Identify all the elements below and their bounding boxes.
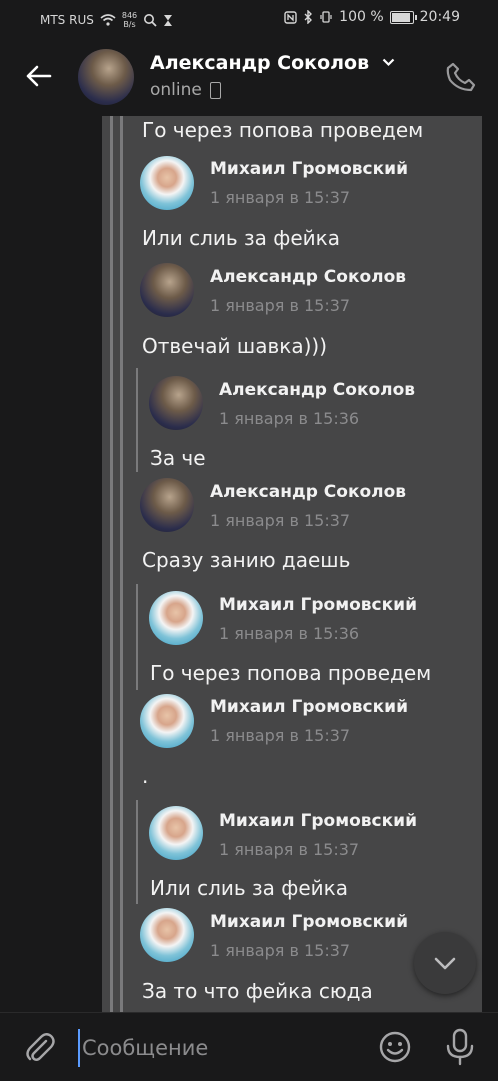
clock: 20:49 xyxy=(419,9,460,25)
message-text: Сразу занию даешь xyxy=(142,548,351,572)
battery-label: 100 % xyxy=(339,9,384,25)
message-time: 1 января в 15:37 xyxy=(210,511,351,530)
hourglass-icon xyxy=(164,14,173,26)
sender-avatar[interactable] xyxy=(149,806,203,860)
sender-name[interactable]: Михаил Громовский xyxy=(219,595,417,615)
nested-forward-line xyxy=(136,800,138,904)
message-text: За то что фейка сюда xyxy=(142,979,373,1003)
message-time: 1 января в 15:37 xyxy=(210,188,351,207)
emoji-icon[interactable] xyxy=(378,1030,412,1064)
message-text: Или слиь за фейка xyxy=(150,876,349,900)
message-text: Го через попова проведем xyxy=(150,661,432,685)
forward-thread-line xyxy=(110,116,113,1012)
online-label: online xyxy=(150,80,202,100)
message-text: Го через попова проведем xyxy=(142,118,424,142)
forward-thread-line-inner xyxy=(120,116,123,1012)
message-time: 1 января в 15:37 xyxy=(210,726,351,745)
search-icon xyxy=(144,14,157,27)
sender-name[interactable]: Михаил Громовский xyxy=(210,159,408,179)
message-input[interactable] xyxy=(78,1029,364,1067)
sender-name[interactable]: Михаил Громовский xyxy=(210,912,408,932)
nfc-icon xyxy=(284,10,297,24)
message-time: 1 января в 15:37 xyxy=(210,296,351,315)
status-left: MTS RUS 846 B/s xyxy=(40,11,173,29)
message-time: 1 января в 15:36 xyxy=(219,409,360,428)
sender-avatar[interactable] xyxy=(140,263,194,317)
sender-avatar[interactable] xyxy=(149,591,203,645)
contact-name[interactable]: Александр Соколов xyxy=(150,52,395,74)
battery-icon xyxy=(389,10,417,24)
net-speed-unit: B/s xyxy=(123,20,136,29)
sender-avatar[interactable] xyxy=(140,156,194,210)
microphone-icon[interactable] xyxy=(443,1028,477,1066)
message-text: За че xyxy=(150,446,206,470)
sender-name[interactable]: Михаил Громовский xyxy=(210,697,408,717)
nested-forward-line xyxy=(136,584,138,690)
carrier-label: MTS RUS xyxy=(40,13,94,27)
paperclip-icon[interactable] xyxy=(22,1030,56,1064)
battery-fill xyxy=(391,12,410,22)
chevron-down-icon[interactable] xyxy=(382,58,395,67)
back-arrow-icon[interactable] xyxy=(22,60,54,92)
sender-name[interactable]: Александр Соколов xyxy=(210,482,406,502)
message-composer xyxy=(0,1012,498,1081)
contact-name-label: Александр Соколов xyxy=(150,52,370,74)
message-text: Отвечай шавка))) xyxy=(142,334,327,358)
net-speed-value: 846 xyxy=(121,11,138,20)
status-right: 100 % 20:49 xyxy=(284,9,460,25)
chat-header: Александр Соколов online xyxy=(0,38,498,116)
vibrate-icon xyxy=(320,11,332,23)
message-text: . xyxy=(142,764,149,788)
bluetooth-icon xyxy=(304,10,313,24)
scroll-down-button[interactable] xyxy=(414,932,476,994)
nested-forward-line xyxy=(136,368,138,472)
contact-status: online xyxy=(150,80,221,100)
message-time: 1 января в 15:37 xyxy=(219,840,360,859)
contact-avatar[interactable] xyxy=(78,49,134,105)
chevron-down-icon xyxy=(434,957,456,970)
sender-avatar[interactable] xyxy=(140,694,194,748)
wifi-icon xyxy=(100,14,116,26)
phone-call-icon[interactable] xyxy=(444,60,478,94)
sender-name[interactable]: Александр Соколов xyxy=(219,380,415,400)
sender-avatar[interactable] xyxy=(140,908,194,962)
mobile-phone-icon xyxy=(209,81,221,99)
sender-avatar[interactable] xyxy=(149,376,203,430)
status-bar: MTS RUS 846 B/s 100 % 20:49 xyxy=(0,0,498,38)
message-text: Или слиь за фейка xyxy=(142,226,341,250)
net-speed: 846 B/s xyxy=(122,11,137,29)
message-time: 1 января в 15:36 xyxy=(219,624,360,643)
sender-avatar[interactable] xyxy=(140,478,194,532)
sender-name[interactable]: Александр Соколов xyxy=(210,267,406,287)
message-time: 1 января в 15:37 xyxy=(210,941,351,960)
message-list[interactable]: Го через попова проведем Михаил Громовск… xyxy=(0,116,498,1012)
sender-name[interactable]: Михаил Громовский xyxy=(219,811,417,831)
